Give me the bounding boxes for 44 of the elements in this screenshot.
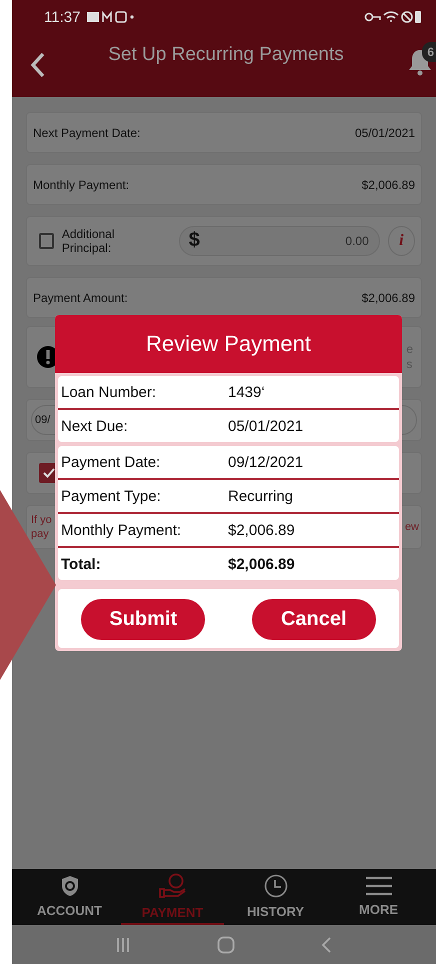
- notification-badge: 6: [422, 42, 436, 62]
- hand-coin-icon: [158, 872, 186, 898]
- currency-symbol: $: [188, 229, 200, 252]
- field-label: Payment Amount:: [33, 290, 128, 304]
- dialog-title: Review Payment: [55, 315, 402, 373]
- review-label: Payment Date:: [61, 454, 162, 470]
- notification-icons: [86, 10, 134, 24]
- review-label: Total:: [61, 556, 102, 572]
- cancel-button[interactable]: Cancel: [252, 599, 376, 640]
- note-text: pay: [31, 527, 50, 541]
- back-icon[interactable]: [30, 52, 46, 78]
- status-time: 11:37: [44, 8, 80, 26]
- field-value: 05/01/2021: [354, 126, 415, 140]
- clock-icon: [264, 874, 288, 898]
- field-value: $2,006.89: [362, 290, 415, 304]
- recents-icon[interactable]: [115, 936, 131, 952]
- review-label: Payment Type:: [61, 488, 162, 504]
- field-label: Additional Principal:: [62, 227, 116, 255]
- note-text: ew: [404, 521, 419, 533]
- menu-icon: [364, 876, 392, 896]
- shield-icon: [60, 874, 80, 896]
- checkbox[interactable]: [39, 233, 54, 249]
- review-value: Recurring: [228, 488, 294, 504]
- info-button[interactable]: i: [388, 226, 415, 256]
- field-label: Next Payment Date:: [33, 126, 140, 140]
- field-value: $2,006.89: [362, 178, 415, 192]
- nav-tab[interactable]: HISTORY: [224, 869, 327, 925]
- field-label: Monthly Payment:: [33, 178, 130, 192]
- nav-tab[interactable]: ACCOUNT: [18, 869, 121, 925]
- review-label: Next Due:: [61, 418, 129, 434]
- review-value: 1439‘: [228, 384, 265, 400]
- review-label: Loan Number:: [61, 384, 158, 400]
- review-label: Monthly Payment:: [61, 522, 182, 538]
- review-value: $2,006.89: [228, 522, 295, 538]
- review-value: 09/12/2021: [228, 454, 304, 470]
- note-text: If yo: [31, 513, 52, 527]
- back-nav-icon[interactable]: [321, 936, 333, 952]
- submit-button[interactable]: Submit: [81, 599, 206, 640]
- page-title: Set Up Recurring Payments: [107, 44, 345, 66]
- home-icon[interactable]: [217, 936, 235, 954]
- nav-tab[interactable]: MORE: [327, 869, 430, 925]
- status-icons: [364, 9, 422, 25]
- review-value: $2,006.89: [228, 556, 295, 572]
- review-value: 05/01/2021: [228, 418, 304, 434]
